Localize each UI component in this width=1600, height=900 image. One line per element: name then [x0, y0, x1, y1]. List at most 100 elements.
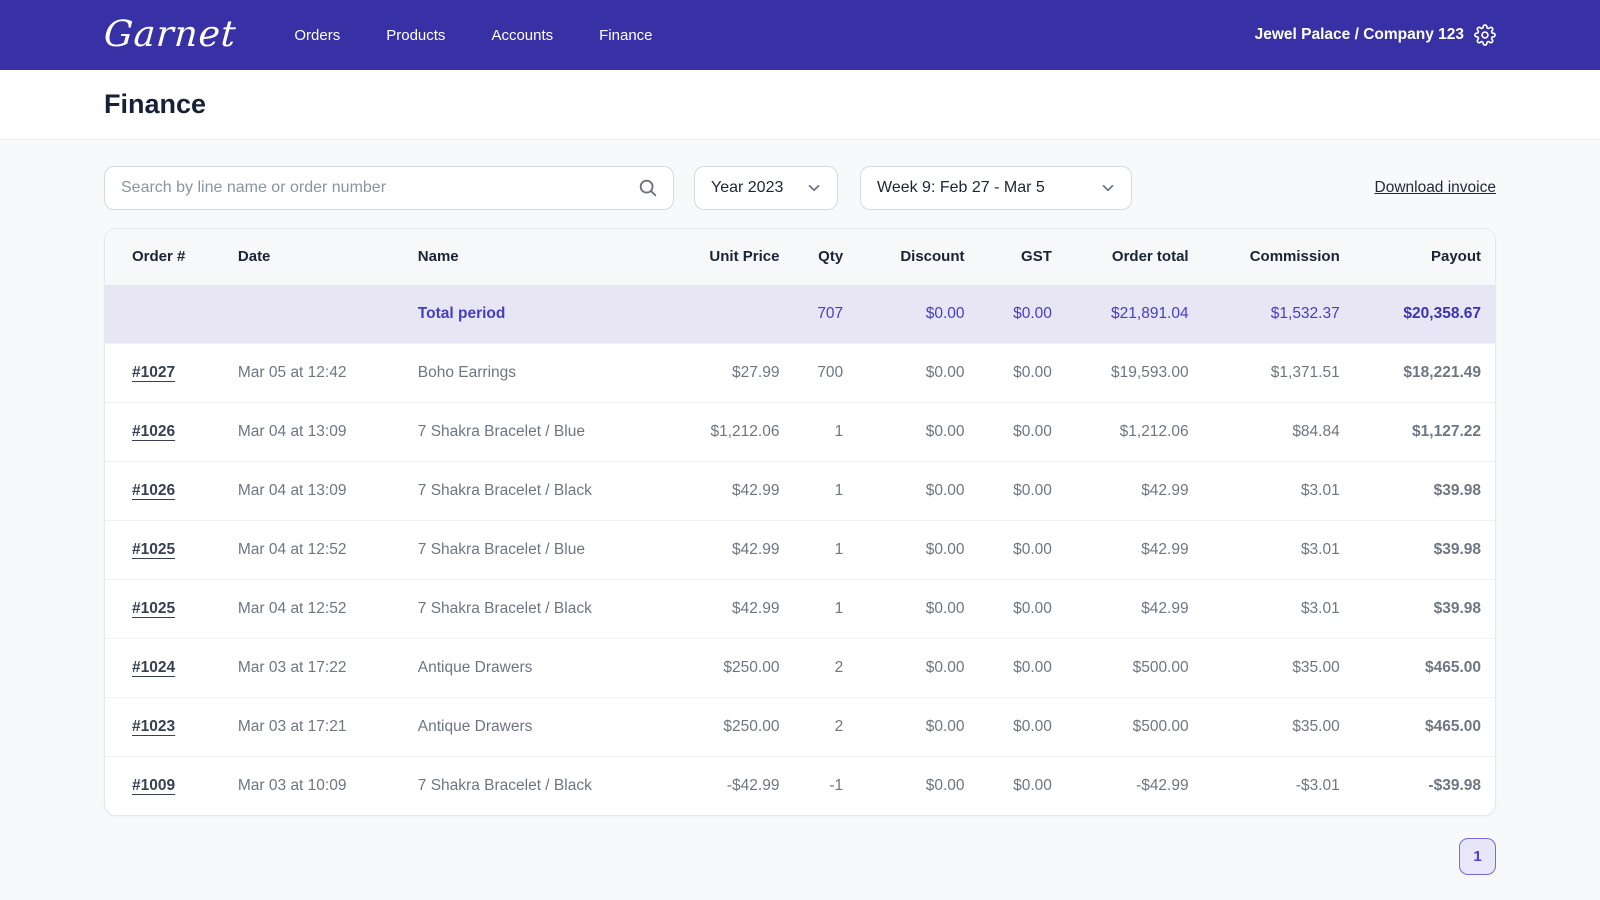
order-total-cell: $500.00: [1054, 697, 1191, 756]
discount-cell: $0.00: [845, 579, 966, 638]
gst-cell: $0.00: [967, 638, 1054, 697]
commission-cell: $35.00: [1191, 638, 1342, 697]
app-header: Garnet Orders Products Accounts Finance …: [0, 0, 1600, 70]
commission-cell: $3.01: [1191, 579, 1342, 638]
search-box: [104, 166, 674, 210]
unit-price-cell: $250.00: [648, 697, 782, 756]
unit-price-cell: $42.99: [648, 579, 782, 638]
payout-cell: $39.98: [1342, 579, 1495, 638]
table-row: #1026 Mar 04 at 13:09 7 Shakra Bracelet …: [105, 461, 1495, 520]
title-band: Finance: [0, 70, 1600, 140]
column-header: Date: [211, 229, 391, 285]
week-select-value: Week 9: Feb 27 - Mar 5: [877, 179, 1045, 197]
year-select-value: Year 2023: [711, 179, 783, 197]
line-name: 7 Shakra Bracelet / Black: [391, 579, 648, 638]
qty-cell: 1: [781, 402, 845, 461]
chevron-down-icon: [805, 179, 823, 197]
line-name: Antique Drawers: [391, 697, 648, 756]
order-number-link[interactable]: #1026: [132, 482, 175, 499]
order-number-link[interactable]: #1025: [132, 600, 175, 617]
order-number-link[interactable]: #1026: [132, 423, 175, 440]
qty-cell: -1: [781, 756, 845, 815]
column-header: Payout: [1342, 229, 1495, 285]
column-header: Name: [391, 229, 648, 285]
unit-price-cell: $27.99: [648, 343, 782, 402]
finance-table-card: Order #DateNameUnit PriceQtyDiscountGSTO…: [104, 228, 1496, 816]
order-date: Mar 03 at 17:21: [211, 697, 391, 756]
total-row-spacer: [105, 285, 211, 343]
unit-price-cell: -$42.99: [648, 756, 782, 815]
order-total-cell: $42.99: [1054, 579, 1191, 638]
year-select[interactable]: Year 2023: [694, 166, 838, 210]
column-header: Qty: [781, 229, 845, 285]
line-name: 7 Shakra Bracelet / Black: [391, 461, 648, 520]
order-date: Mar 03 at 17:22: [211, 638, 391, 697]
gst-cell: $0.00: [967, 402, 1054, 461]
page-title: Finance: [104, 89, 206, 120]
account-switcher[interactable]: Jewel Palace / Company 123: [1255, 24, 1496, 46]
column-header: Order #: [105, 229, 211, 285]
order-date: Mar 05 at 12:42: [211, 343, 391, 402]
payout-cell: $1,127.22: [1342, 402, 1495, 461]
column-header: Unit Price: [648, 229, 782, 285]
qty-cell: 1: [781, 520, 845, 579]
nav-item-accounts[interactable]: Accounts: [491, 27, 553, 44]
order-date: Mar 04 at 13:09: [211, 461, 391, 520]
chevron-down-icon: [1099, 179, 1117, 197]
line-name: 7 Shakra Bracelet / Blue: [391, 402, 648, 461]
gst-cell: $0.00: [967, 697, 1054, 756]
order-date: Mar 04 at 13:09: [211, 402, 391, 461]
gst-cell: $0.00: [967, 756, 1054, 815]
commission-cell: $3.01: [1191, 461, 1342, 520]
column-header: GST: [967, 229, 1054, 285]
commission-cell: -$3.01: [1191, 756, 1342, 815]
total-unit-price: [648, 285, 782, 343]
table-row: #1025 Mar 04 at 12:52 7 Shakra Bracelet …: [105, 579, 1495, 638]
gear-icon[interactable]: [1474, 24, 1496, 46]
brand-logo[interactable]: Garnet: [103, 17, 238, 53]
total-qty: 707: [781, 285, 845, 343]
discount-cell: $0.00: [845, 402, 966, 461]
commission-cell: $3.01: [1191, 520, 1342, 579]
line-name: Boho Earrings: [391, 343, 648, 402]
order-total-cell: -$42.99: [1054, 756, 1191, 815]
search-input[interactable]: [121, 179, 637, 197]
total-period-label: Total period: [391, 285, 648, 343]
nav-item-orders[interactable]: Orders: [294, 27, 340, 44]
table-row: #1025 Mar 04 at 12:52 7 Shakra Bracelet …: [105, 520, 1495, 579]
order-number-link[interactable]: #1024: [132, 659, 175, 676]
search-icon[interactable]: [637, 177, 659, 199]
finance-table: Order #DateNameUnit PriceQtyDiscountGSTO…: [105, 229, 1495, 815]
line-name: 7 Shakra Bracelet / Black: [391, 756, 648, 815]
gst-cell: $0.00: [967, 520, 1054, 579]
commission-cell: $1,371.51: [1191, 343, 1342, 402]
total-row-spacer: [211, 285, 391, 343]
nav-item-products[interactable]: Products: [386, 27, 445, 44]
total-gst: $0.00: [967, 285, 1054, 343]
order-number-link[interactable]: #1025: [132, 541, 175, 558]
payout-cell: $465.00: [1342, 638, 1495, 697]
payout-cell: $18,221.49: [1342, 343, 1495, 402]
order-number-link[interactable]: #1009: [132, 777, 175, 794]
total-order-total: $21,891.04: [1054, 285, 1191, 343]
column-header: Discount: [845, 229, 966, 285]
week-select[interactable]: Week 9: Feb 27 - Mar 5: [860, 166, 1132, 210]
line-name: 7 Shakra Bracelet / Blue: [391, 520, 648, 579]
discount-cell: $0.00: [845, 638, 966, 697]
payout-cell: $39.98: [1342, 520, 1495, 579]
nav-item-finance[interactable]: Finance: [599, 27, 652, 44]
gst-cell: $0.00: [967, 461, 1054, 520]
qty-cell: 1: [781, 579, 845, 638]
download-invoice-link[interactable]: Download invoice: [1375, 179, 1497, 197]
page-button-1[interactable]: 1: [1459, 838, 1496, 875]
order-total-cell: $1,212.06: [1054, 402, 1191, 461]
column-header: Order total: [1054, 229, 1191, 285]
table-body: Total period 707 $0.00 $0.00 $21,891.04 …: [105, 285, 1495, 815]
order-number-link[interactable]: #1023: [132, 718, 175, 735]
order-number-link[interactable]: #1027: [132, 364, 175, 381]
unit-price-cell: $42.99: [648, 461, 782, 520]
table-row: #1024 Mar 03 at 17:22 Antique Drawers $2…: [105, 638, 1495, 697]
qty-cell: 2: [781, 697, 845, 756]
qty-cell: 1: [781, 461, 845, 520]
unit-price-cell: $250.00: [648, 638, 782, 697]
